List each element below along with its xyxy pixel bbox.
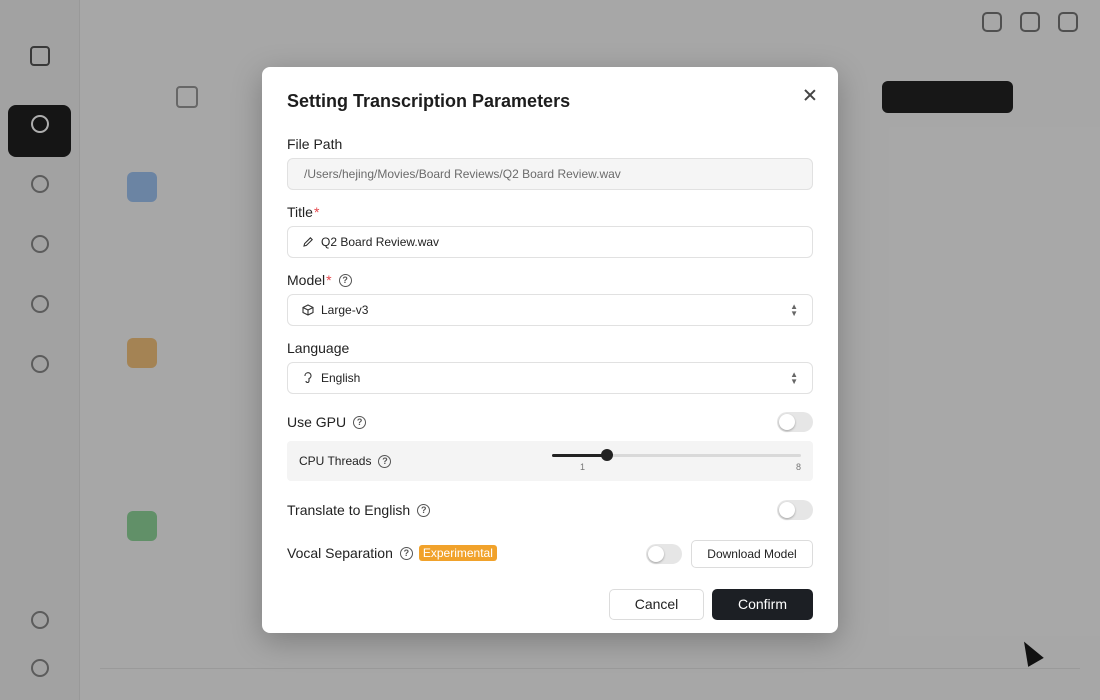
file-path-value: /Users/hejing/Movies/Board Reviews/Q2 Bo… xyxy=(304,167,621,181)
close-icon[interactable] xyxy=(802,87,818,103)
help-icon[interactable]: ? xyxy=(417,503,431,517)
title-input[interactable]: Q2 Board Review.wav xyxy=(287,226,813,258)
slider-max-label: 8 xyxy=(795,462,801,472)
language-value: English xyxy=(321,371,361,385)
use-gpu-label: Use GPU? xyxy=(287,414,367,430)
slider-thumb[interactable] xyxy=(601,449,614,461)
language-icon xyxy=(304,372,312,383)
translate-toggle[interactable] xyxy=(777,500,813,520)
experimental-badge: Experimental xyxy=(418,545,497,561)
language-label: Language xyxy=(287,340,350,356)
slider-fill xyxy=(552,454,608,457)
chevron-up-down-icon: ▲ ▼ xyxy=(790,370,798,386)
chevron-up-down-icon: ▲ ▼ xyxy=(790,302,798,318)
help-icon[interactable]: ? xyxy=(378,454,392,468)
help-icon[interactable]: ? xyxy=(399,546,413,560)
title-label: Title * xyxy=(287,204,320,220)
help-icon[interactable]: ? xyxy=(338,273,352,287)
cpu-threads-panel: CPU Threads? 1 8 xyxy=(287,441,813,481)
pencil-icon xyxy=(303,237,313,247)
slider-min-label: 1 xyxy=(580,462,586,472)
help-icon[interactable]: ? xyxy=(353,415,367,429)
dialog-title: Setting Transcription Parameters xyxy=(287,91,571,111)
cancel-button[interactable]: Cancel xyxy=(609,589,704,620)
model-value: Large-v3 xyxy=(321,303,369,317)
download-model-button[interactable]: Download Model xyxy=(691,540,813,568)
translate-label: Translate to English? xyxy=(287,502,431,518)
confirm-button[interactable]: Confirm xyxy=(712,589,813,620)
use-gpu-toggle[interactable] xyxy=(777,412,813,432)
cpu-threads-slider[interactable] xyxy=(552,449,801,461)
model-label: Model *? xyxy=(287,272,352,288)
model-select[interactable]: Large-v3 ▲ ▼ xyxy=(287,294,813,326)
file-path-field: /Users/hejing/Movies/Board Reviews/Q2 Bo… xyxy=(287,158,813,190)
vocal-separation-label: Vocal Separation? Experimental xyxy=(287,545,497,561)
file-path-label: File Path xyxy=(287,136,343,152)
transcription-settings-dialog: Setting Transcription Parameters File Pa… xyxy=(262,67,838,633)
language-select[interactable]: English ▲ ▼ xyxy=(287,362,813,394)
cube-icon xyxy=(302,304,314,316)
vocal-separation-toggle[interactable] xyxy=(646,544,682,564)
cpu-threads-label: CPU Threads? xyxy=(299,454,392,468)
title-value: Q2 Board Review.wav xyxy=(321,235,440,249)
